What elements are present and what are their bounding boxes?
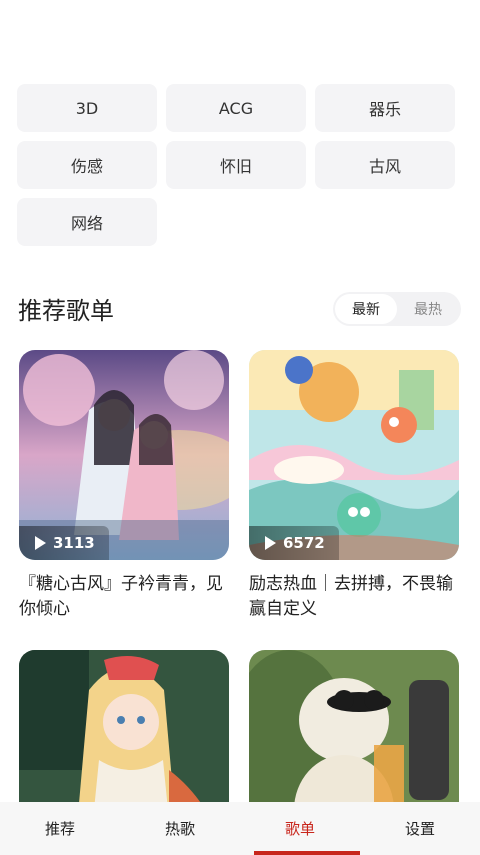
playlist-card[interactable]: 3113 『糖心古风』子衿青青，见你倾心 <box>19 350 229 622</box>
play-icon <box>35 536 46 550</box>
sort-toggle: 最新 最热 <box>333 292 461 326</box>
tab-playlists[interactable]: 歌单 <box>240 802 360 855</box>
tag-instrumental[interactable]: 器乐 <box>315 84 455 132</box>
bottom-tab-bar: 推荐 热歌 歌单 设置 <box>0 802 480 855</box>
tab-recommend[interactable]: 推荐 <box>0 802 120 855</box>
playlist-title[interactable]: 励志热血｜去拼搏，不畏输赢自定义 <box>249 572 459 622</box>
play-count: 6572 <box>283 534 325 552</box>
play-icon <box>265 536 276 550</box>
tag-acg[interactable]: ACG <box>166 84 306 132</box>
play-count-badge: 3113 <box>19 526 109 560</box>
section-title: 推荐歌单 <box>18 297 114 325</box>
tab-hot-songs[interactable]: 热歌 <box>120 802 240 855</box>
tag-ancient-style[interactable]: 古风 <box>315 141 455 189</box>
tag-internet[interactable]: 网络 <box>17 198 157 246</box>
category-tag-grid: 3D ACG 器乐 伤感 怀旧 古风 网络 <box>17 84 457 246</box>
playlist-cover[interactable]: 6572 <box>249 350 459 560</box>
tag-sad[interactable]: 伤感 <box>17 141 157 189</box>
tag-3d[interactable]: 3D <box>17 84 157 132</box>
play-count-badge: 6572 <box>249 526 339 560</box>
tag-nostalgic[interactable]: 怀旧 <box>166 141 306 189</box>
tab-settings[interactable]: 设置 <box>360 802 480 855</box>
sort-hottest-button[interactable]: 最热 <box>397 294 459 324</box>
play-count: 3113 <box>53 534 95 552</box>
playlist-cover[interactable]: 3113 <box>19 350 229 560</box>
sort-newest-button[interactable]: 最新 <box>335 294 397 324</box>
playlist-title[interactable]: 『糖心古风』子衿青青，见你倾心 <box>19 572 229 622</box>
playlist-card[interactable]: 6572 励志热血｜去拼搏，不畏输赢自定义 <box>249 350 459 622</box>
